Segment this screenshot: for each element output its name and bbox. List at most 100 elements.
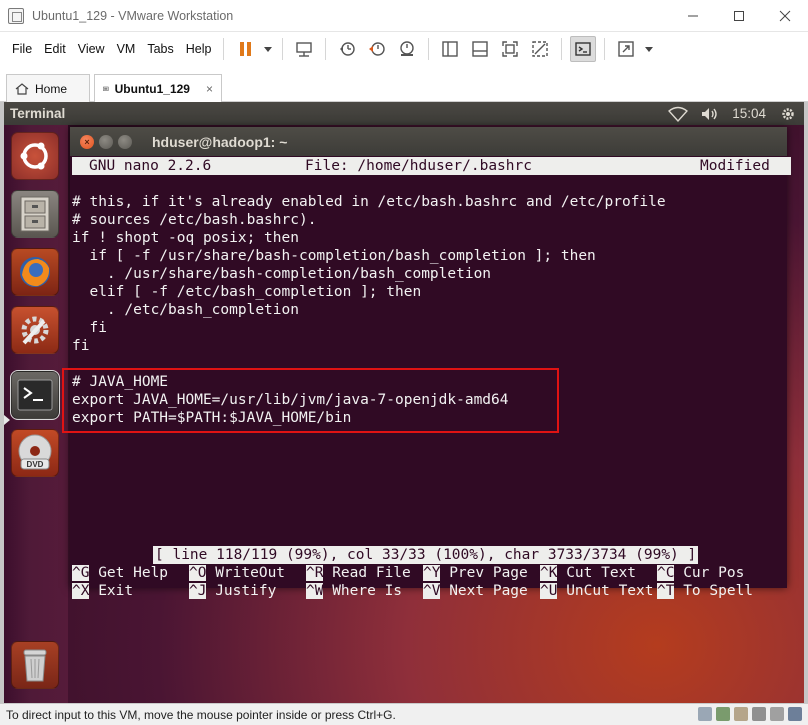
nano-header-bar: GNU nano 2.2.6 File: /home/hduser/.bashr… (72, 157, 791, 175)
launcher-settings-button[interactable] (11, 306, 59, 354)
revert-snapshot-button[interactable] (364, 36, 390, 62)
tab-home[interactable]: Home (6, 74, 90, 102)
shortcut-prev-page[interactable]: ^Y Prev Page (423, 564, 528, 582)
console-view-button[interactable] (570, 36, 597, 62)
stretch-dropdown-arrow-icon[interactable] (645, 46, 654, 52)
menu-help[interactable]: Help (180, 36, 218, 62)
show-thumbnail-bar-button[interactable] (467, 36, 493, 62)
snapshot-manager-icon (400, 41, 415, 56)
toolbar-separator (325, 38, 327, 60)
maximize-button[interactable] (716, 0, 762, 32)
shortcut-get-help[interactable]: ^G Get Help (72, 564, 168, 582)
menu-vm[interactable]: VM (111, 36, 142, 62)
window-title: Ubuntu1_129 - VMware Workstation (32, 8, 234, 23)
menu-tabs[interactable]: Tabs (141, 36, 179, 62)
launcher-terminal-button[interactable] (10, 370, 60, 420)
nano-file-path: File: /home/hduser/.bashrc (305, 158, 532, 174)
ubuntu-top-panel: Terminal 15:04 (4, 102, 804, 125)
snapshot-clock-icon (340, 42, 356, 56)
tab-ubuntu1-129[interactable]: Ubuntu1_129 × (94, 74, 222, 103)
nano-status-bar: [ line 118/119 (99%), col 33/33 (100%), … (153, 546, 699, 564)
revert-snapshot-icon (369, 42, 386, 56)
launcher-dvd-button[interactable]: DVD (11, 429, 59, 477)
editor-line: # sources /etc/bash.bashrc). (72, 212, 317, 228)
suspend-button[interactable] (232, 36, 258, 62)
show-library-button[interactable] (437, 36, 463, 62)
menu-toolbar: File Edit View VM Tabs Help (0, 32, 808, 66)
vmware-status-bar: To direct input to this VM, move the mou… (0, 703, 808, 725)
editor-line: fi (72, 320, 107, 336)
volume-icon[interactable] (700, 106, 720, 122)
close-window-button[interactable] (762, 0, 808, 32)
device-icons (698, 707, 802, 721)
shortcut-exit[interactable]: ^X Exit (72, 582, 133, 600)
power-dropdown-arrow-icon[interactable] (264, 46, 273, 52)
sound-card-icon[interactable] (770, 707, 784, 721)
editor-line: # this, if it's already enabled in /etc/… (72, 194, 666, 210)
shortcut-cut-text[interactable]: ^K Cut Text (540, 564, 636, 582)
home-icon (15, 82, 29, 95)
shortcut-cur-pos[interactable]: ^C Cur Pos (657, 564, 744, 582)
send-ctrl-alt-del-button[interactable] (291, 36, 317, 62)
shortcut-justify[interactable]: ^J Justify (189, 582, 276, 600)
wifi-icon[interactable] (668, 106, 689, 122)
svg-text:DVD: DVD (27, 460, 44, 469)
shortcut-row-2: ^X Exit ^J Justify ^W Where Is ^V Next P… (72, 582, 787, 600)
hard-disk-icon[interactable] (698, 707, 712, 721)
launcher-trash-button[interactable] (11, 641, 59, 689)
terminal-window[interactable]: × hduser@hadoop1: ~ GNU nano 2.2.6 File:… (70, 127, 791, 599)
shortcut-row-1: ^G Get Help ^O WriteOut ^R Read File ^Y … (72, 564, 787, 582)
editor-line: . /etc/bash_completion (72, 302, 299, 318)
menu-edit[interactable]: Edit (38, 36, 72, 62)
panel-clock[interactable]: 15:04 (732, 106, 766, 121)
snapshot-manager-button[interactable] (394, 36, 420, 62)
shortcut-where-is[interactable]: ^W Where Is (306, 582, 402, 600)
keyboard-network-icon (296, 42, 313, 57)
vmware-app-icon (8, 7, 24, 24)
firefox-icon (20, 257, 50, 287)
active-app-indicator-icon (4, 415, 10, 425)
close-icon: × (84, 136, 90, 147)
console-icon (575, 42, 592, 56)
nano-version: GNU nano 2.2.6 (89, 158, 212, 174)
full-screen-button[interactable] (497, 36, 523, 62)
terminal-title-bar[interactable]: × hduser@hadoop1: ~ (70, 127, 787, 156)
vm-icon (103, 86, 109, 91)
menu-view[interactable]: View (72, 36, 111, 62)
network-adapter-icon[interactable] (716, 707, 730, 721)
editor-line: elif [ -f /etc/bash_completion ]; then (72, 284, 422, 300)
editor-line: if [ -f /usr/share/bash-completion/bash_… (72, 248, 596, 264)
terminal-icon (17, 379, 53, 411)
window-controls (670, 0, 808, 32)
cd-dvd-icon[interactable] (734, 707, 748, 721)
tab-bar: Home Ubuntu1_129 × (0, 66, 808, 103)
shortcut-read-file[interactable]: ^R Read File (306, 564, 411, 582)
maximize-icon (734, 11, 744, 21)
display-icon[interactable] (788, 707, 802, 721)
unity-mode-button[interactable] (527, 36, 553, 62)
terminal-minimize-button[interactable] (99, 134, 113, 149)
shortcut-uncut-text[interactable]: ^U UnCut Text (540, 582, 654, 600)
pause-icon (239, 42, 251, 56)
launcher-firefox-button[interactable] (11, 248, 59, 296)
menu-file[interactable]: File (6, 36, 38, 62)
stretch-icon (618, 41, 635, 57)
usb-icon[interactable] (752, 707, 766, 721)
editor-line: fi (72, 338, 90, 354)
minimize-button[interactable] (670, 0, 716, 32)
gear-icon[interactable] (778, 106, 798, 122)
launcher-dash-button[interactable] (11, 132, 59, 180)
file-cabinet-icon (20, 196, 50, 232)
shortcut-to-spell[interactable]: ^T To Spell (657, 582, 753, 600)
terminal-maximize-button[interactable] (118, 134, 132, 149)
tab-close-icon[interactable]: × (206, 82, 213, 96)
indicator-area: 15:04 (668, 102, 798, 125)
shortcut-writeout[interactable]: ^O WriteOut (189, 564, 285, 582)
shortcut-next-page[interactable]: ^V Next Page (423, 582, 528, 600)
editor-line: . /usr/share/bash-completion/bash_comple… (72, 266, 492, 282)
launcher-files-button[interactable] (11, 190, 59, 238)
library-panel-icon (442, 41, 459, 57)
take-snapshot-button[interactable] (334, 36, 360, 62)
stretch-guest-button[interactable] (613, 36, 639, 62)
terminal-close-button[interactable]: × (80, 134, 94, 149)
